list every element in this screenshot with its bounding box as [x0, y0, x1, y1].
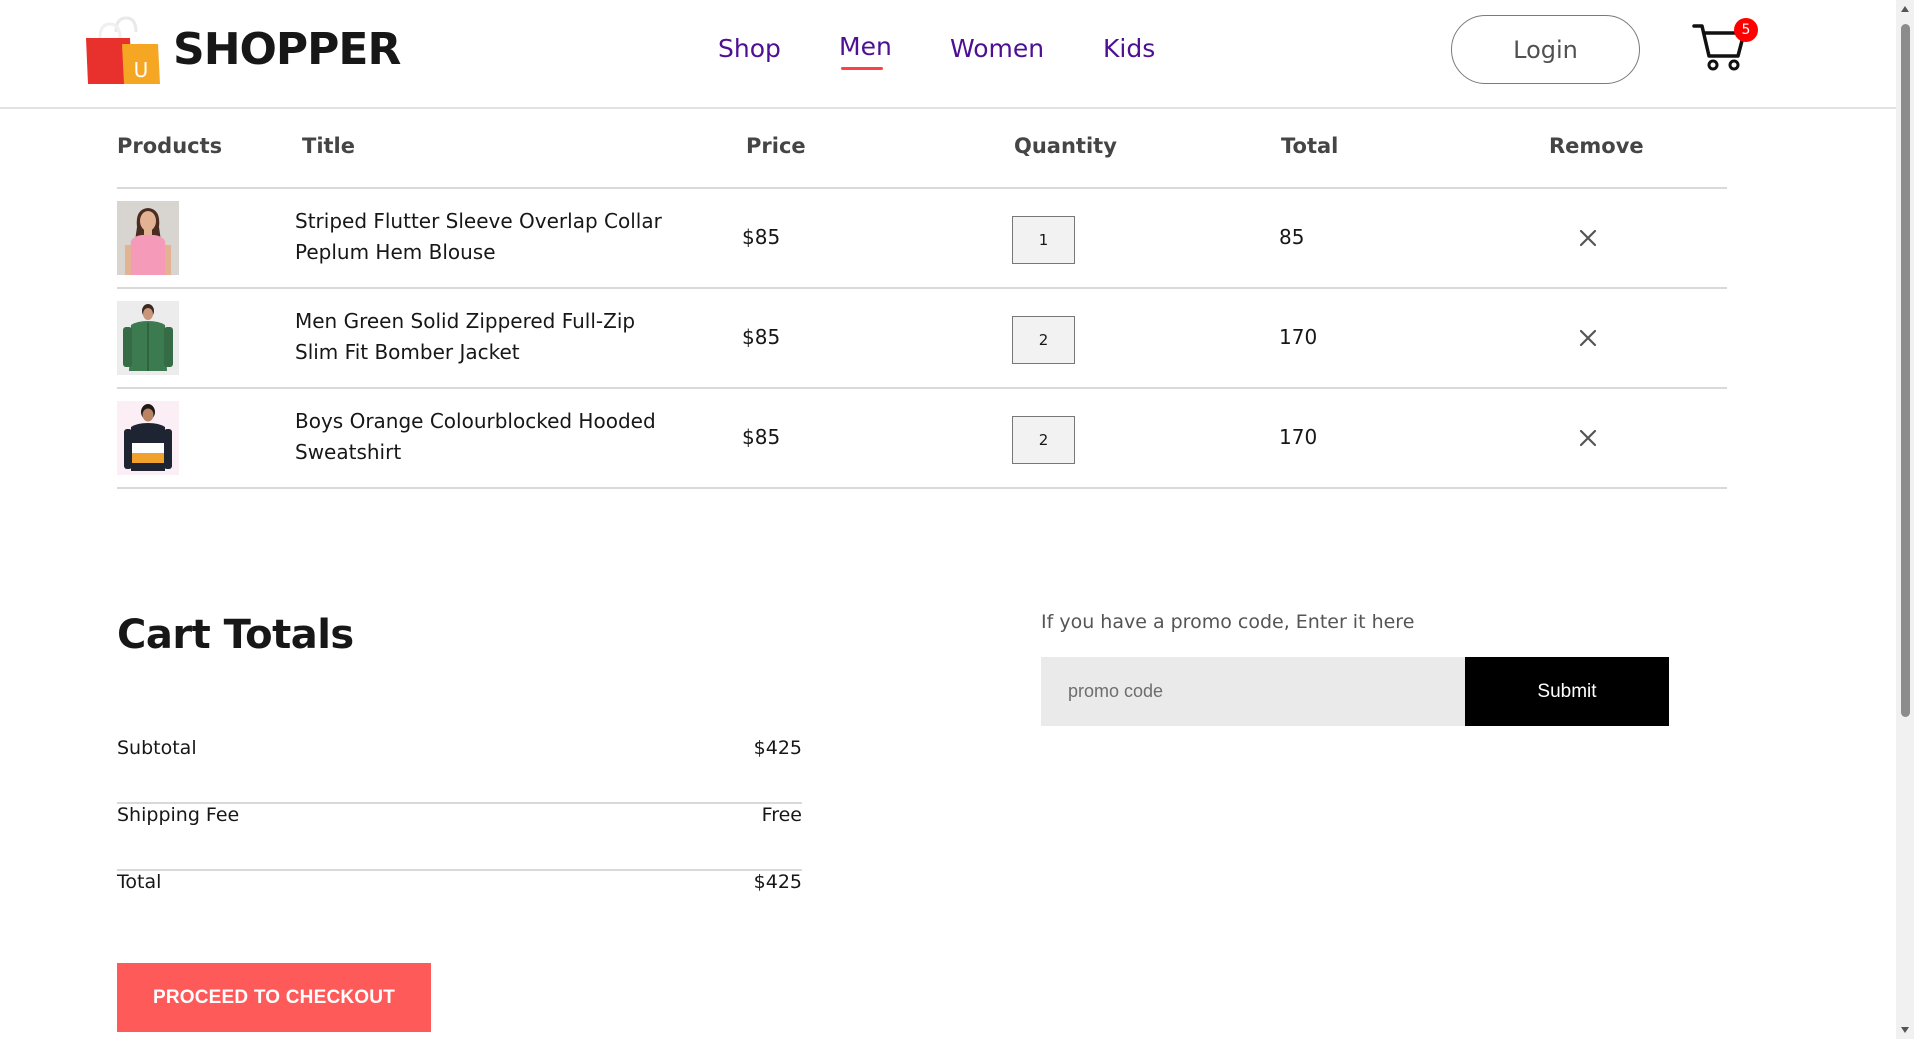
cart-totals-title: Cart Totals	[117, 612, 354, 658]
nav-item-women[interactable]: Women	[950, 34, 1044, 63]
promo-submit-button[interactable]: Submit	[1465, 657, 1669, 726]
brand-name: SHOPPER	[173, 23, 401, 75]
total-row: Total $425	[117, 871, 802, 938]
product-price: $85	[742, 225, 781, 249]
total-value: $425	[753, 871, 802, 893]
brand-logo[interactable]: U SHOPPER	[86, 14, 401, 84]
proceed-to-checkout-button[interactable]: PROCEED TO CHECKOUT	[117, 963, 431, 1032]
nav-item-kids[interactable]: Kids	[1103, 34, 1155, 63]
product-title: Men Green Solid Zippered Full-Zip Slim F…	[295, 309, 636, 364]
total-label: Total	[117, 871, 162, 893]
navbar: U SHOPPER Shop Men Women Kids Login 5	[0, 0, 1896, 109]
quantity-box[interactable]: 1	[1012, 216, 1075, 264]
cart-row: Boys Orange Colourblocked Hooded Sweatsh…	[117, 389, 1727, 489]
product-title: Boys Orange Colourblocked Hooded Sweatsh…	[295, 409, 656, 464]
header-products: Products	[117, 134, 223, 158]
nav-item-men-label: Men	[839, 32, 892, 61]
cart-row: Men Green Solid Zippered Full-Zip Slim F…	[117, 289, 1727, 389]
shipping-label: Shipping Fee	[117, 804, 240, 826]
header-quantity: Quantity	[1014, 134, 1117, 158]
scroll-up-arrow[interactable]	[1901, 6, 1909, 12]
header-remove: Remove	[1549, 134, 1644, 158]
subtotal-value: $425	[753, 737, 802, 759]
active-nav-underline	[841, 67, 883, 70]
quantity-box[interactable]: 2	[1012, 416, 1075, 464]
product-price: $85	[742, 325, 781, 349]
subtotal-label: Subtotal	[117, 737, 197, 759]
remove-icon[interactable]	[1571, 221, 1605, 255]
page-scrollbar[interactable]	[1896, 0, 1914, 1039]
product-title: Striped Flutter Sleeve Overlap Collar Pe…	[295, 209, 662, 264]
header-price: Price	[746, 134, 806, 158]
product-thumbnail-green-jacket[interactable]	[117, 301, 179, 375]
quantity-box[interactable]: 2	[1012, 316, 1075, 364]
cart-count-badge: 5	[1734, 18, 1758, 42]
login-button[interactable]: Login	[1451, 15, 1640, 84]
product-total: 170	[1279, 325, 1318, 349]
nav-item-shop[interactable]: Shop	[718, 34, 781, 63]
shipping-value: Free	[761, 804, 802, 826]
remove-icon[interactable]	[1571, 321, 1605, 355]
remove-icon[interactable]	[1571, 421, 1605, 455]
product-thumbnail-hooded-sweatshirt[interactable]	[117, 401, 179, 475]
product-price: $85	[742, 425, 781, 449]
product-total: 85	[1279, 225, 1305, 249]
scroll-down-arrow[interactable]	[1901, 1027, 1909, 1033]
svg-text:U: U	[134, 58, 149, 82]
header-total: Total	[1281, 134, 1339, 158]
shopping-bag-icon: U	[86, 16, 160, 84]
cart-table-header: Products Title Price Quantity Total Remo…	[117, 131, 1727, 189]
shipping-row: Shipping Fee Free	[117, 804, 802, 871]
subtotal-row: Subtotal $425	[117, 737, 802, 804]
promo-instructions: If you have a promo code, Enter it here	[1041, 611, 1415, 633]
header-title: Title	[302, 134, 356, 158]
promo-code-input[interactable]	[1041, 657, 1465, 726]
cart-row: Striped Flutter Sleeve Overlap Collar Pe…	[117, 189, 1727, 289]
product-total: 170	[1279, 425, 1318, 449]
scrollbar-thumb[interactable]	[1901, 24, 1910, 717]
product-thumbnail-pink-blouse[interactable]	[117, 201, 179, 275]
nav-item-men[interactable]: Men	[839, 32, 892, 70]
